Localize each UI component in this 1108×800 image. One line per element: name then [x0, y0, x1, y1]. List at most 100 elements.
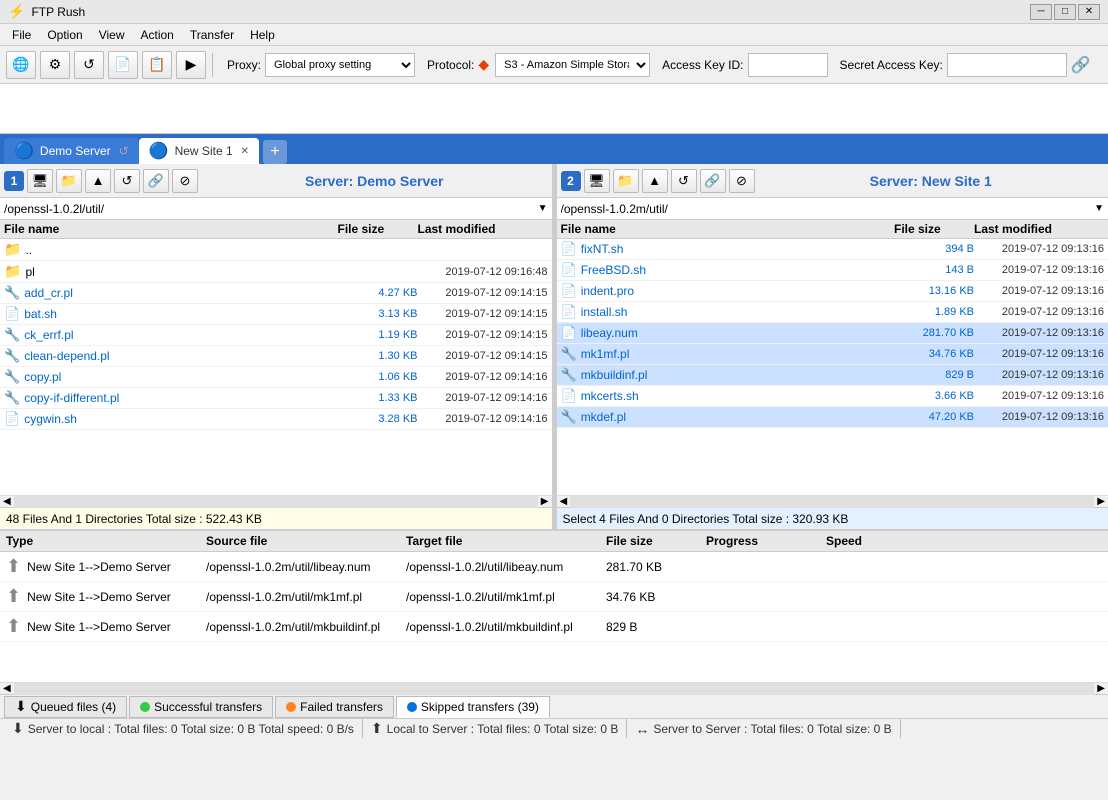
table-row[interactable]: 🔧 copy-if-different.pl 1.33 KB 2019-07-1…: [0, 388, 552, 409]
refresh-tab-icon[interactable]: ↺: [119, 144, 129, 158]
close-tab-icon[interactable]: ✕: [241, 146, 249, 157]
panel-2-path-input[interactable]: [561, 202, 1095, 216]
panel-1-path-dropdown[interactable]: ▼: [538, 203, 548, 214]
panel-1-desktop-btn[interactable]: 🖥: [27, 169, 53, 193]
panel-1-scrollbar[interactable]: [14, 496, 538, 508]
table-row[interactable]: 📄 fixNT.sh 394 B 2019-07-12 09:13:16: [557, 239, 1108, 260]
panel-1-link-btn[interactable]: 🔗: [143, 169, 169, 193]
paste-button[interactable]: 📋: [142, 51, 172, 79]
transfer-scrollbar[interactable]: [14, 683, 1095, 695]
file-name: mk1mf.pl: [581, 347, 630, 361]
panel-2-path-dropdown[interactable]: ▼: [1094, 203, 1104, 214]
table-row[interactable]: 📄 bat.sh 3.13 KB 2019-07-12 09:14:15: [0, 304, 552, 325]
panel-2-header: File name File size Last modified: [557, 220, 1108, 239]
minimize-button[interactable]: ─: [1030, 4, 1052, 20]
close-button[interactable]: ✕: [1078, 4, 1100, 20]
connect-icon[interactable]: 🔗: [1071, 55, 1091, 75]
panel-1-up-btn[interactable]: ▲: [85, 169, 111, 193]
panel-2-file-list[interactable]: File name File size Last modified 📄 fixN…: [557, 220, 1108, 495]
panel-1-refresh-btn[interactable]: ↺: [114, 169, 140, 193]
panel-1-folder-btn[interactable]: 📁: [56, 169, 82, 193]
add-tab-button[interactable]: +: [263, 140, 287, 164]
scroll-right-btn[interactable]: ▶: [1094, 683, 1108, 694]
panel-2-refresh-btn[interactable]: ↺: [671, 169, 697, 193]
sh-icon: 📄: [4, 306, 20, 322]
settings-button[interactable]: ⚙: [40, 51, 70, 79]
menu-help[interactable]: Help: [242, 26, 283, 44]
tab-queued-files[interactable]: ⬇ Queued files (4): [4, 696, 127, 718]
panel-2-up-btn[interactable]: ▲: [642, 169, 668, 193]
panel-2-folder-btn[interactable]: 📁: [613, 169, 639, 193]
scroll-left-btn[interactable]: ◀: [0, 496, 14, 507]
panel-2-h-scroll[interactable]: ◀ ▶: [557, 495, 1108, 507]
transfer-row[interactable]: ⬆ New Site 1-->Demo Server /openssl-1.0.…: [0, 612, 1108, 642]
panel-2-block-btn[interactable]: ⊘: [729, 169, 755, 193]
transfer-icon: ⬆: [6, 616, 21, 637]
panel-1-path-input[interactable]: [4, 202, 538, 216]
protocol-label: Protocol:: [427, 58, 474, 72]
table-row[interactable]: 📄 cygwin.sh 3.28 KB 2019-07-12 09:14:16: [0, 409, 552, 430]
panel-1-file-list[interactable]: File name File size Last modified 📁 .. 📁…: [0, 220, 552, 495]
file-name: install.sh: [581, 305, 628, 319]
table-row[interactable]: 🔧 clean-depend.pl 1.30 KB 2019-07-12 09:…: [0, 346, 552, 367]
tab-new-site[interactable]: 🔵 New Site 1 ✕: [139, 138, 259, 164]
table-row[interactable]: 📁 pl 2019-07-12 09:16:48: [0, 261, 552, 283]
protocol-select[interactable]: S3 - Amazon Simple Stora: [495, 53, 650, 77]
proxy-label: Proxy:: [227, 58, 261, 72]
table-row[interactable]: 🔧 ck_errf.pl 1.19 KB 2019-07-12 09:14:15: [0, 325, 552, 346]
file-icon: 📄: [561, 325, 577, 341]
menu-action[interactable]: Action: [133, 26, 182, 44]
transfer-row[interactable]: ⬆ New Site 1-->Demo Server /openssl-1.0.…: [0, 582, 1108, 612]
panel-2-scrollbar[interactable]: [570, 496, 1094, 508]
new-connection-button[interactable]: 🌐: [6, 51, 36, 79]
scroll-right-btn[interactable]: ▶: [538, 496, 552, 507]
access-key-input[interactable]: [748, 53, 828, 77]
transfer-col-type: Type: [6, 534, 206, 548]
terminal-button[interactable]: ▶: [176, 51, 206, 79]
refresh-button[interactable]: ↺: [74, 51, 104, 79]
script-icon: 🔧: [4, 348, 20, 364]
menu-transfer[interactable]: Transfer: [182, 26, 242, 44]
table-row[interactable]: 🔧 add_cr.pl 4.27 KB 2019-07-12 09:14:15: [0, 283, 552, 304]
table-row[interactable]: 📄 indent.pro 13.16 KB 2019-07-12 09:13:1…: [557, 281, 1108, 302]
table-row[interactable]: 📄 libeay.num 281.70 KB 2019-07-12 09:13:…: [557, 323, 1108, 344]
panel-2-title: Server: New Site 1: [758, 173, 1105, 189]
panel-1-block-btn[interactable]: ⊘: [172, 169, 198, 193]
table-row[interactable]: 📁 ..: [0, 239, 552, 261]
copy-button[interactable]: 📄: [108, 51, 138, 79]
tab-failed-transfers[interactable]: Failed transfers: [275, 696, 394, 718]
table-row[interactable]: 📄 install.sh 1.89 KB 2019-07-12 09:13:16: [557, 302, 1108, 323]
panel-1: 1 🖥 📁 ▲ ↺ 🔗 ⊘ Server: Demo Server ▼ File…: [0, 164, 553, 529]
scroll-right-btn[interactable]: ▶: [1094, 496, 1108, 507]
table-row[interactable]: 🔧 mkbuildinf.pl 829 B 2019-07-12 09:13:1…: [557, 365, 1108, 386]
table-row[interactable]: 🔧 mkdef.pl 47.20 KB 2019-07-12 09:13:16: [557, 407, 1108, 428]
table-row[interactable]: 📄 FreeBSD.sh 143 B 2019-07-12 09:13:16: [557, 260, 1108, 281]
scroll-left-btn[interactable]: ◀: [557, 496, 571, 507]
menu-view[interactable]: View: [91, 26, 133, 44]
toolbar-separator: [212, 53, 213, 77]
transfer-row[interactable]: ⬆ New Site 1-->Demo Server /openssl-1.0.…: [0, 552, 1108, 582]
panel-2-desktop-btn[interactable]: 🖥: [584, 169, 610, 193]
table-row[interactable]: 🔧 mk1mf.pl 34.76 KB 2019-07-12 09:13:16: [557, 344, 1108, 365]
panel-2-link-btn[interactable]: 🔗: [700, 169, 726, 193]
bottom-tabs: ⬇ Queued files (4) Successful transfers …: [0, 694, 1108, 718]
proxy-select[interactable]: Global proxy setting: [265, 53, 415, 77]
scroll-left-btn[interactable]: ◀: [0, 683, 14, 694]
tab-successful-transfers[interactable]: Successful transfers: [129, 696, 273, 718]
tab-skipped-transfers[interactable]: Skipped transfers (39): [396, 696, 550, 718]
transfer-target: /openssl-1.0.2l/util/mk1mf.pl: [406, 590, 606, 604]
menu-file[interactable]: File: [4, 26, 39, 44]
table-row[interactable]: 🔧 copy.pl 1.06 KB 2019-07-12 09:14:16: [0, 367, 552, 388]
server-to-local-icon: ⬇: [12, 720, 24, 737]
status-section-1: ⬇ Server to local : Total files: 0 Total…: [4, 719, 363, 738]
panel-1-col-size: File size: [338, 222, 418, 236]
success-dot: [140, 702, 150, 712]
transfer-h-scroll[interactable]: ◀ ▶: [0, 682, 1108, 694]
tab-demo-server[interactable]: 🔵 Demo Server ↺: [4, 138, 139, 164]
table-row[interactable]: 📄 mkcerts.sh 3.66 KB 2019-07-12 09:13:16: [557, 386, 1108, 407]
menu-option[interactable]: Option: [39, 26, 90, 44]
panel-1-h-scroll[interactable]: ◀ ▶: [0, 495, 552, 507]
secret-key-input[interactable]: [947, 53, 1067, 77]
file-date: 2019-07-12 09:13:16: [974, 306, 1104, 318]
restore-button[interactable]: □: [1054, 4, 1076, 20]
